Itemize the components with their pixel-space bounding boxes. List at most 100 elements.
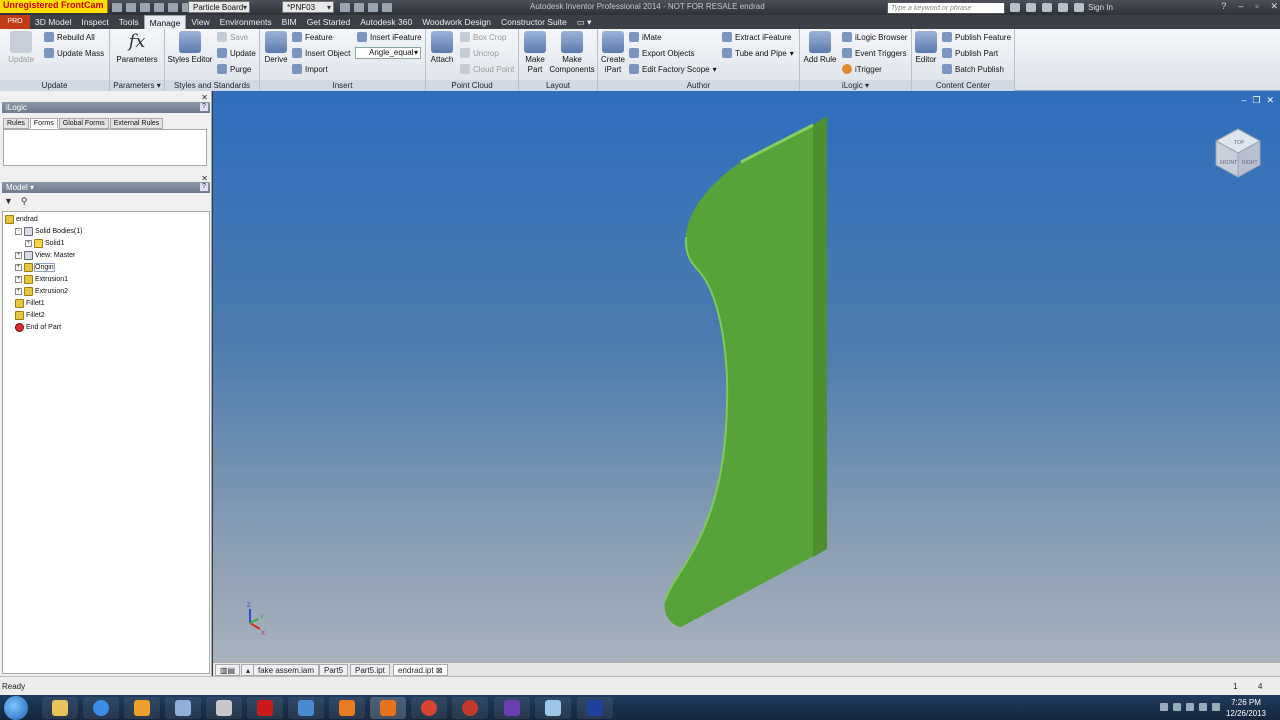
expand-icon[interactable]: + <box>15 275 22 283</box>
tree-node[interactable]: + Solid1 <box>25 238 64 248</box>
minimize-icon[interactable]: – <box>1238 1 1243 12</box>
communication-icon[interactable] <box>1042 3 1052 12</box>
customize-icon[interactable] <box>382 3 392 12</box>
publish-part-button[interactable]: Publish Part <box>942 48 998 58</box>
tray-app-icon[interactable] <box>1212 703 1220 711</box>
material-combo[interactable]: Particle Board <box>188 1 250 13</box>
tab-3d-model[interactable]: 3D Model <box>30 15 76 29</box>
taskbar-chrome-icon[interactable] <box>411 697 447 719</box>
new-icon[interactable] <box>112 3 122 12</box>
close-icon[interactable]: ✕ <box>201 93 208 102</box>
make-part-button[interactable]: Make Part <box>521 31 549 75</box>
viewcube[interactable]: TOP FRONT RIGHT <box>1214 128 1262 178</box>
maximize-icon[interactable]: ▫ <box>1255 1 1258 12</box>
import-button[interactable]: Import <box>292 64 328 74</box>
taskbar-media-player-icon[interactable] <box>124 697 160 719</box>
cloud-point-button[interactable]: Cloud Point <box>460 64 514 74</box>
save-styles-button[interactable]: Save <box>217 32 248 42</box>
parameters-button[interactable]: fx Parameters <box>116 31 158 65</box>
save-icon[interactable] <box>140 3 150 12</box>
panel-title-ilogic[interactable]: iLogic ▾ <box>800 80 911 91</box>
tree-node[interactable]: + Extrusion2 <box>15 286 68 296</box>
close-icon[interactable]: ✕ <box>1270 1 1278 12</box>
model-pane-header[interactable]: Model ▾ ? <box>2 182 210 193</box>
help-search-input[interactable]: Type a keyword or phrase <box>887 2 1005 14</box>
doc-tab-part5[interactable]: Part5 <box>319 664 349 676</box>
editor-button[interactable]: Editor <box>914 31 938 65</box>
part-endrad[interactable] <box>664 116 827 627</box>
taskbar-app-blue-icon[interactable] <box>577 697 613 719</box>
event-triggers-button[interactable]: Event Triggers <box>842 48 907 58</box>
tree-node[interactable]: + Origin <box>15 262 55 272</box>
attach-button[interactable]: Attach <box>428 31 456 65</box>
update-icon[interactable] <box>340 3 350 12</box>
derive-button[interactable]: Derive <box>262 31 290 65</box>
taskbar-explorer-icon[interactable] <box>42 697 78 719</box>
favorites-icon[interactable] <box>1058 3 1068 12</box>
start-button[interactable] <box>4 696 28 720</box>
box-crop-button[interactable]: Box Crop <box>460 32 506 42</box>
expand-icon[interactable]: + <box>15 263 22 271</box>
itrigger-button[interactable]: iTrigger <box>842 64 882 74</box>
uncrop-button[interactable]: Uncrop <box>460 48 499 58</box>
tab-manage[interactable]: Manage <box>143 15 187 29</box>
doc-tab-part5-ipt[interactable]: Part5.ipt <box>350 664 390 676</box>
taskbar-control-panel-icon[interactable] <box>288 697 324 719</box>
update-styles-button[interactable]: Update <box>217 48 256 58</box>
collapse-icon[interactable]: - <box>15 227 22 235</box>
tab-environments[interactable]: Environments <box>215 15 277 29</box>
measure-icon[interactable] <box>354 3 364 12</box>
binoculars-icon[interactable] <box>1010 3 1020 12</box>
taskbar-vault-icon[interactable] <box>206 697 242 719</box>
tray-network-icon[interactable] <box>1186 703 1194 711</box>
insert-object-button[interactable]: Insert Object <box>292 48 350 58</box>
export-objects-button[interactable]: Export Objects <box>629 48 694 58</box>
redo-icon[interactable] <box>168 3 178 12</box>
ilogic-browser-button[interactable]: iLogic Browser <box>842 32 907 42</box>
tab-bim[interactable]: BIM <box>277 15 302 29</box>
tile-icon[interactable]: ▥▤ <box>215 664 241 676</box>
close-icon[interactable]: ⊠ <box>436 666 443 675</box>
add-rule-button[interactable]: Add Rule <box>802 31 838 65</box>
make-components-button[interactable]: Make Components <box>549 31 595 75</box>
tree-node[interactable]: + View: Master <box>15 250 75 260</box>
panel-title-parameters[interactable]: Parameters ▾ <box>110 80 164 91</box>
imate-button[interactable]: iMate <box>629 32 662 42</box>
graphics-viewport[interactable]: – ❐ ✕ TOP FRONT RIGHT Z X Y <box>213 91 1280 662</box>
tab-rules[interactable]: Rules <box>3 118 29 129</box>
open-icon[interactable] <box>126 3 136 12</box>
edit-factory-scope-button[interactable]: Edit Factory Scope ▾ <box>629 64 717 74</box>
clock[interactable]: 7:26 PM 12/26/2013 <box>1225 697 1267 719</box>
extract-ifeature-button[interactable]: Extract iFeature <box>722 32 791 42</box>
batch-publish-button[interactable]: Batch Publish <box>942 64 1004 74</box>
find-icon[interactable]: ⚲ <box>21 196 28 207</box>
tab-inspect[interactable]: Inspect <box>76 15 113 29</box>
taskbar-app-glass-icon[interactable] <box>535 697 571 719</box>
publish-feature-button[interactable]: Publish Feature <box>942 32 1011 42</box>
ribbon-options-icon[interactable]: ▭ ▾ <box>572 15 597 29</box>
styles-editor-button[interactable]: Styles Editor <box>167 31 213 65</box>
tray-arrow-icon[interactable] <box>1160 703 1168 711</box>
taskbar-app-red-icon[interactable] <box>452 697 488 719</box>
taskbar-acrobat-icon[interactable] <box>247 697 283 719</box>
tab-woodwork-design[interactable]: Woodwork Design <box>417 15 496 29</box>
tab-tools[interactable]: Tools <box>114 15 144 29</box>
expand-icon[interactable]: + <box>15 251 22 259</box>
taskbar-inventor-tools-icon[interactable] <box>165 697 201 719</box>
tube-and-pipe-button[interactable]: Tube and Pipe ▾ <box>722 48 794 58</box>
purge-button[interactable]: Purge <box>217 64 251 74</box>
expand-icon[interactable]: + <box>25 239 32 247</box>
update-button[interactable]: Update <box>6 31 36 65</box>
taskbar-visual-studio-icon[interactable] <box>494 697 530 719</box>
tab-view[interactable]: View <box>186 15 214 29</box>
tab-get-started[interactable]: Get Started <box>302 15 355 29</box>
tree-node[interactable]: endrad <box>5 214 38 224</box>
tree-node[interactable]: Fillet2 <box>15 310 45 320</box>
doc-tab-fake-assem[interactable]: fake assem.iam <box>253 664 320 676</box>
tray-flag-icon[interactable] <box>1173 703 1181 711</box>
tree-node[interactable]: End of Part <box>15 322 61 332</box>
help-icon[interactable]: ? <box>1221 1 1226 12</box>
update-mass-button[interactable]: Update Mass <box>44 48 104 58</box>
create-ipart-button[interactable]: Create iPart <box>600 31 626 75</box>
help-icon[interactable]: ? <box>200 183 208 191</box>
